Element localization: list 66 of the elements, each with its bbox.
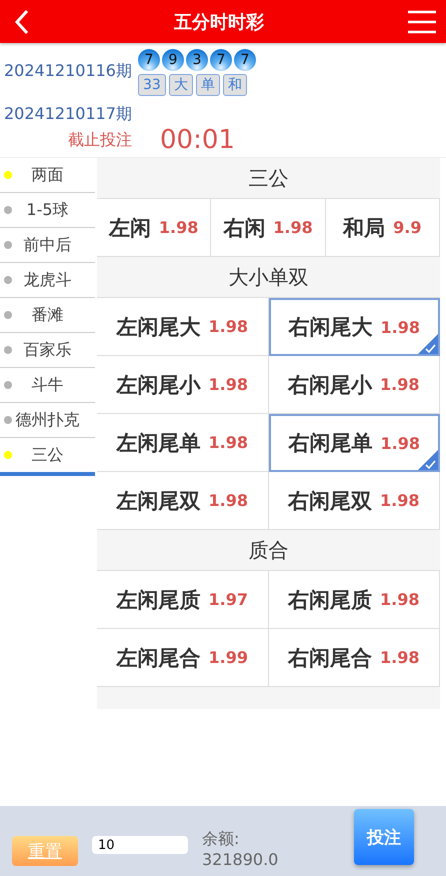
bet-name: 左闲尾双 — [116, 488, 200, 514]
bet-odds: 1.98 — [208, 375, 248, 394]
result-ball: 3 — [186, 49, 208, 71]
bet-option[interactable]: 左闲尾双 1.98 — [97, 472, 268, 530]
bet-option[interactable]: 右闲尾小 1.98 — [268, 356, 440, 414]
bet-name: 右闲 — [223, 214, 266, 242]
bet-odds: 1.98 — [208, 433, 248, 452]
bet-option[interactable]: 左闲尾小 1.98 — [97, 356, 268, 414]
result-tag: 单 — [196, 74, 220, 96]
bet-option[interactable]: 右闲尾双 1.98 — [268, 472, 440, 530]
bet-odds: 1.99 — [208, 648, 248, 667]
deadline-label: 截止投注 — [68, 130, 132, 150]
bet-option[interactable]: 左闲尾大 1.98 — [97, 298, 268, 356]
bet-name: 右闲尾合 — [288, 644, 372, 672]
bet-name: 左闲尾大 — [116, 314, 200, 340]
result-tag: 33 — [138, 74, 166, 96]
back-icon[interactable] — [14, 8, 30, 34]
balance-label: 余额: — [202, 829, 240, 850]
amount-input[interactable]: 10 — [92, 836, 188, 854]
bet-option[interactable]: 和局 9.9 — [326, 199, 440, 257]
menu-icon[interactable] — [408, 10, 436, 34]
bet-name: 左闲尾质 — [116, 586, 200, 614]
bet-option[interactable]: 右闲尾大 1.98 — [268, 298, 440, 356]
bet-option[interactable]: 左闲 1.98 — [97, 199, 212, 257]
result-tag: 大 — [168, 74, 193, 96]
bet-name: 右闲尾大 — [288, 314, 372, 341]
check-icon — [418, 334, 438, 354]
bet-odds: 1.98 — [380, 648, 420, 667]
bet-name: 和局 — [343, 214, 386, 242]
bet-option[interactable]: 右闲尾合 1.98 — [268, 629, 440, 687]
bet-name: 右闲尾小 — [288, 372, 372, 398]
bet-name: 左闲尾小 — [116, 372, 200, 398]
result-ball: 9 — [162, 49, 184, 71]
bet-option[interactable]: 右闲 1.98 — [211, 199, 326, 257]
bet-name: 右闲尾质 — [288, 586, 372, 614]
bet-option[interactable]: 左闲尾单 1.98 — [97, 414, 268, 472]
check-icon — [418, 450, 438, 470]
bet-option[interactable]: 右闲尾单 1.98 — [268, 414, 440, 472]
bet-odds: 1.98 — [208, 317, 248, 336]
result-ball: 7 — [210, 49, 232, 71]
bet-name: 右闲尾单 — [288, 430, 372, 457]
issue-number: 20241210117期 — [4, 104, 132, 125]
result-ball: 7 — [138, 49, 160, 71]
countdown: 00:01 — [160, 125, 235, 155]
bet-name: 左闲尾单 — [116, 430, 200, 456]
bet-option[interactable]: 右闲尾质 1.98 — [268, 571, 440, 629]
bet-name: 左闲 — [108, 214, 151, 242]
bet-odds: 1.98 — [158, 218, 198, 237]
bet-odds: 1.98 — [380, 434, 420, 452]
bet-odds: 1.98 — [208, 491, 248, 510]
result-ball: 7 — [234, 49, 256, 71]
bet-odds: 1.98 — [380, 590, 420, 609]
issue-number: 20241210116期 — [4, 61, 132, 82]
result-tag: 和 — [222, 74, 247, 96]
balance-value: 321890.0 — [202, 850, 278, 869]
bet-odds: 1.98 — [380, 375, 420, 394]
bet-odds: 1.98 — [380, 318, 420, 336]
bet-odds: 1.97 — [208, 590, 248, 609]
bet-option[interactable]: 左闲尾质 1.97 — [97, 571, 268, 629]
page-title: 五分时时彩 — [174, 10, 264, 34]
bet-odds: 9.9 — [393, 218, 422, 237]
bet-option[interactable]: 左闲尾合 1.99 — [97, 629, 268, 687]
bet-name: 左闲尾合 — [116, 644, 200, 672]
bet-odds: 1.98 — [273, 218, 313, 237]
bet-name: 右闲尾双 — [288, 488, 372, 514]
bet-odds: 1.98 — [380, 491, 420, 510]
